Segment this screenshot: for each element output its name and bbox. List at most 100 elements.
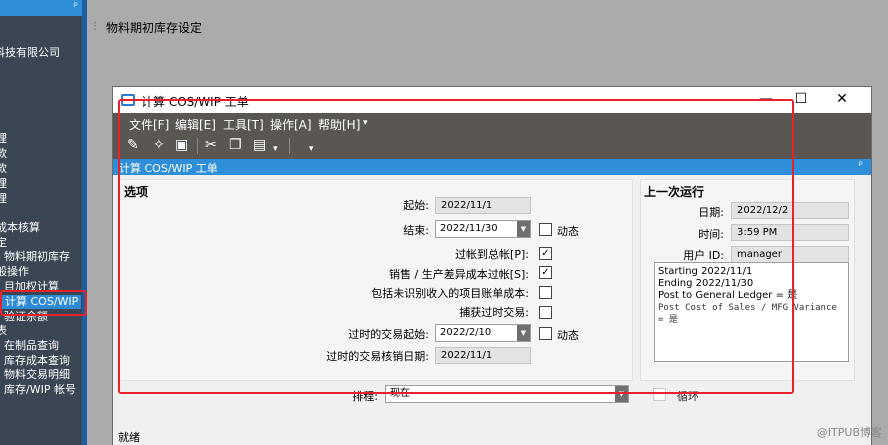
nav-splitter[interactable] (82, 0, 87, 445)
start-field[interactable]: 2022/11/1 (435, 197, 531, 214)
nav-item-verify-balance[interactable]: 验证余额 (4, 310, 48, 324)
copy-icon[interactable]: ❐ (229, 137, 242, 153)
nav-item-calc-cos-wip[interactable]: 计算 COS/WIP (2, 295, 82, 309)
menu-action[interactable]: 操作[A] (270, 116, 312, 133)
toolbar-separator (289, 138, 290, 154)
menu-bar: 文件[F] 编辑[E] 工具[T] 操作[A] 帮助[H] ▾ (113, 113, 871, 133)
company-name: 科技有限公司 (0, 46, 60, 59)
log-line: = 是 (658, 315, 678, 325)
menu-help[interactable]: 帮助[H] (318, 116, 360, 133)
background-tab[interactable]: ⋮ 物料期初库存设定 (87, 16, 888, 36)
options-title: 选项 (124, 185, 149, 199)
nav-item[interactable]: 理 (0, 192, 7, 206)
last-user-label: 用户 ID: (683, 249, 724, 262)
post-cos-label: 销售 / 生产差异成本过帐[S]: (389, 268, 529, 281)
background-tab-title: 物料期初库存设定 (106, 21, 203, 35)
nav-item[interactable]: 般操作 (0, 265, 29, 279)
end-label: 结束: (403, 224, 429, 237)
last-run-group: 上一次运行 日期: 2022/12/2 时间: 3:59 PM 用户 ID: m… (640, 179, 855, 381)
nav-item[interactable]: 理 (0, 132, 7, 146)
nav-item[interactable]: 款 (0, 147, 7, 161)
dialog-title: 计算 COS/WIP 工单 (141, 95, 249, 109)
schedule-value: 现在 (390, 388, 410, 399)
loop-checkbox[interactable] (653, 388, 666, 401)
end-date-value: 2022/11/30 (440, 223, 498, 234)
broom-icon[interactable]: ✎ (127, 137, 139, 153)
chevron-down-icon[interactable]: ▼ (517, 325, 530, 341)
post-cos-checkbox[interactable]: ✓ (539, 266, 552, 279)
panel-title: 计算 COS/WIP 工单 (119, 162, 218, 175)
old-start-label: 过时的交易起始: (348, 328, 429, 341)
schedule-combo[interactable]: 现在 ▼ (385, 385, 629, 403)
toolbar-overflow-icon[interactable]: ▾ (309, 141, 314, 157)
nav-item[interactable]: 款 (0, 162, 7, 176)
schedule-row: 排程: 现在 ▼ 循环 (113, 385, 871, 407)
maximize-button[interactable]: ☐ (788, 89, 814, 109)
menu-overflow-icon[interactable]: ▾ (363, 118, 368, 128)
last-user-field: manager (731, 246, 849, 263)
form-icon[interactable]: ▣ (175, 137, 188, 153)
menu-tools[interactable]: 工具[T] (223, 116, 264, 133)
close-button[interactable]: ✕ (829, 89, 855, 109)
nav-item-opening-inventory[interactable]: 物料期初库存 (4, 250, 70, 264)
loop-label: 循环 (677, 390, 699, 403)
log-line: Post to General Ledger = 是 (658, 290, 798, 301)
nav-item[interactable]: 表 (0, 324, 7, 338)
left-navigation-panel: ᵖ 科技有限公司 理 款 款 理 理 成本核算 定 物料期初库存 般操作 目加权… (0, 0, 82, 445)
dialog-content: 选项 起始: 2022/11/1 结束: 2022/11/30 ▼ 动态 过帐到总… (113, 175, 871, 445)
options-group: 选项 起始: 2022/11/1 结束: 2022/11/30 ▼ 动态 过帐到总… (118, 179, 633, 381)
nav-item-inventory-wip-account[interactable]: 库存/WIP 帐号 (4, 383, 76, 397)
chevron-down-icon[interactable]: ▼ (615, 386, 628, 402)
log-line: Ending 2022/11/30 (658, 278, 754, 289)
nav-item-weighted-calc[interactable]: 目加权计算 (4, 280, 59, 294)
status-bar: 就绪 (113, 426, 871, 444)
nav-item[interactable]: 定 (0, 236, 7, 250)
include-unrecognized-label: 包括未识别收入的项目账单成本: (371, 287, 529, 300)
pin-icon[interactable]: ᵖ (859, 160, 863, 171)
dynamic-checkbox-1[interactable] (539, 223, 552, 236)
include-unrecognized-checkbox[interactable] (539, 286, 552, 299)
paste-icon[interactable]: ▤ (253, 137, 266, 153)
nav-item-inventory-cost-query[interactable]: 库存成本查询 (4, 354, 70, 368)
dynamic-checkbox-2[interactable] (539, 327, 552, 340)
capture-old-checkbox[interactable] (539, 306, 552, 319)
log-line: Starting 2022/11/1 (658, 266, 753, 277)
status-text: 就绪 (118, 431, 140, 444)
last-time-label: 时间: (698, 228, 724, 241)
old-end-field[interactable]: 2022/11/1 (435, 347, 531, 364)
toolbar: ✎ ✧ ▣ ✂ ❐ ▤ ▾ ▾ (113, 133, 871, 159)
post-gl-checkbox[interactable]: ✓ (539, 247, 552, 260)
log-line: Post Cost of Sales / MFG Variance (658, 303, 837, 313)
dialog-titlebar[interactable]: 计算 COS/WIP 工单 — ☐ ✕ (113, 87, 871, 113)
nav-item[interactable]: 成本核算 (0, 221, 40, 235)
old-end-label: 过时的交易核销日期: (326, 350, 429, 363)
capture-old-label: 捕获过时交易: (459, 306, 529, 319)
menu-file[interactable]: 文件[F] (129, 116, 169, 133)
post-gl-label: 过帐到总帐[P]: (455, 248, 529, 261)
window-icon (121, 94, 135, 106)
wand-icon[interactable]: ✧ (153, 137, 165, 153)
nav-header-bar: ᵖ (0, 0, 82, 16)
nav-item[interactable]: 理 (0, 177, 7, 191)
paste-dropdown-icon[interactable]: ▾ (273, 141, 278, 157)
old-start-value: 2022/2/10 (440, 327, 492, 338)
minimize-button[interactable]: — (753, 89, 779, 109)
calc-cos-wip-dialog: 计算 COS/WIP 工单 — ☐ ✕ 文件[F] 编辑[E] 工具[T] 操作… (112, 86, 872, 445)
end-date-combo[interactable]: 2022/11/30 ▼ (435, 220, 531, 238)
last-date-field: 2022/12/2 (731, 202, 849, 219)
nav-item-wip-query[interactable]: 在制品查询 (4, 339, 59, 353)
nav-item-material-transactions[interactable]: 物料交易明细 (4, 368, 70, 382)
cut-icon[interactable]: ✂ (205, 137, 217, 153)
chevron-down-icon[interactable]: ▼ (517, 221, 530, 237)
menu-edit[interactable]: 编辑[E] (175, 116, 216, 133)
last-run-title: 上一次运行 (644, 185, 705, 199)
toolbar-separator (197, 138, 198, 154)
last-run-log[interactable]: Starting 2022/11/1 Ending 2022/11/30 Pos… (654, 262, 849, 362)
pin-icon[interactable]: ᵖ (74, 1, 78, 12)
last-date-label: 日期: (698, 206, 724, 219)
dynamic-label-1: 动态 (557, 225, 579, 238)
old-start-combo[interactable]: 2022/2/10 ▼ (435, 324, 531, 342)
grip-icon: ⋮ (90, 21, 100, 32)
start-label: 起始: (403, 199, 429, 212)
dynamic-label-2: 动态 (557, 329, 579, 342)
